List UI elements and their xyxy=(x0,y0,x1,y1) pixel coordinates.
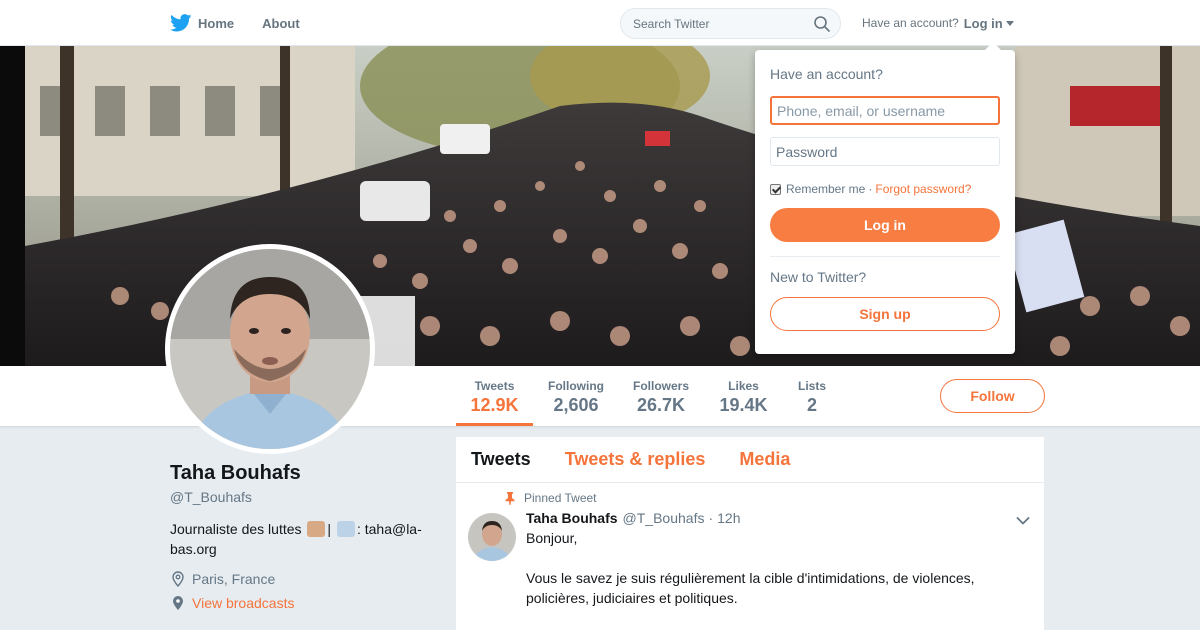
stat-followers-label: Followers xyxy=(632,379,689,393)
login-dropdown: Have an account? Remember me · Forgot pa… xyxy=(755,42,1015,354)
remember-me-checkbox[interactable] xyxy=(770,183,781,195)
login-dropdown-title: Have an account? xyxy=(770,66,883,82)
raised-fist-emoji-icon xyxy=(307,521,326,537)
stat-lists-label: Lists xyxy=(797,379,826,393)
stat-followers[interactable]: Followers 26.7K xyxy=(624,366,698,426)
stat-likes[interactable]: Likes 19.4K xyxy=(712,366,775,426)
search-input[interactable] xyxy=(633,16,803,31)
tweet-avatar[interactable] xyxy=(468,513,516,561)
stat-following-label: Following xyxy=(548,379,604,393)
tab-tweets-and-replies[interactable]: Tweets & replies xyxy=(565,449,706,470)
stat-likes-value: 19.4K xyxy=(719,395,768,415)
follow-button[interactable]: Follow xyxy=(940,379,1045,413)
bio-text-1: Journaliste des luttes xyxy=(170,521,302,537)
envelope-emoji-icon xyxy=(336,521,355,537)
periscope-icon xyxy=(173,596,183,610)
tweet-avatar-image xyxy=(468,513,516,561)
search-box xyxy=(620,8,841,39)
caret-down-icon xyxy=(1005,20,1014,26)
dropdown-divider xyxy=(770,256,1000,257)
location-text: Paris, France xyxy=(192,571,276,587)
profile-location: Paris, France xyxy=(170,571,440,587)
timeline: Tweets Tweets & replies Media Pinned Twe… xyxy=(456,437,1044,630)
profile-name[interactable]: Taha Bouhafs xyxy=(170,462,440,485)
stat-likes-label: Likes xyxy=(728,379,759,393)
bio-text-2: | xyxy=(327,521,332,537)
nav-home[interactable]: Home xyxy=(170,14,234,32)
tweet-text: Bonjour, Vous le savez je suis régulière… xyxy=(526,530,975,606)
tweet-header: Taha Bouhafs @T_Bouhafs · 12h xyxy=(526,510,1029,526)
nav-left: Home About xyxy=(170,0,328,46)
stat-followers-value: 26.7K xyxy=(636,395,686,415)
twitter-bird-icon xyxy=(170,14,192,32)
avatar-image xyxy=(170,249,370,449)
tweet-timestamp[interactable]: 12h xyxy=(717,510,740,526)
stat-following-value: 2,606 xyxy=(553,395,599,415)
pinned-tweet[interactable]: Pinned Tweet Taha Bouhafs @T_Bouhafs · 1… xyxy=(456,483,1044,608)
nav-about[interactable]: About xyxy=(262,16,300,31)
remember-row: Remember me · Forgot password? xyxy=(770,182,1000,196)
location-pin-icon xyxy=(172,571,184,587)
timeline-tabs: Tweets Tweets & replies Media xyxy=(456,437,1044,483)
profile-bio: Journaliste des luttes | : taha@la-bas.o… xyxy=(170,519,440,559)
remember-me-label[interactable]: Remember me xyxy=(786,182,865,196)
remember-separator: · xyxy=(868,182,873,196)
search-icon[interactable] xyxy=(814,15,830,32)
stat-tweets-label: Tweets xyxy=(474,379,515,393)
account-area: Have an account? Log in xyxy=(862,0,1014,46)
password-input[interactable] xyxy=(770,137,1000,166)
pinned-indicator: Pinned Tweet xyxy=(505,491,1029,505)
stat-tweets-value: 12.9K xyxy=(470,395,519,415)
stat-lists-value: 2 xyxy=(806,395,817,415)
tab-tweets[interactable]: Tweets xyxy=(471,449,531,470)
top-navigation-bar: Home About Have an account? Log in xyxy=(0,0,1200,46)
profile-info: Taha Bouhafs @T_Bouhafs Journaliste des … xyxy=(170,462,440,611)
stat-following[interactable]: Following 2,606 xyxy=(540,366,612,426)
login-link-label: Log in xyxy=(963,15,1003,31)
dropdown-arrow xyxy=(985,42,1001,50)
new-to-twitter-text: New to Twitter? xyxy=(770,269,867,285)
pin-icon xyxy=(505,492,515,505)
profile-avatar[interactable] xyxy=(165,244,375,454)
pinned-label: Pinned Tweet xyxy=(524,491,597,505)
tab-media[interactable]: Media xyxy=(739,449,790,470)
tweet-author-handle[interactable]: @T_Bouhafs xyxy=(623,510,705,526)
forgot-password-link[interactable]: Forgot password? xyxy=(875,182,971,196)
signup-button[interactable]: Sign up xyxy=(770,297,1000,331)
login-dropdown-toggle[interactable]: Log in xyxy=(964,16,1014,31)
tweet-separator: · xyxy=(708,510,714,526)
login-button[interactable]: Log in xyxy=(770,208,1000,242)
chevron-down-icon[interactable] xyxy=(1016,513,1030,531)
username-input[interactable] xyxy=(770,96,1000,125)
have-account-text: Have an account? xyxy=(862,16,959,30)
view-broadcasts-link[interactable]: View broadcasts xyxy=(192,595,294,611)
nav-about-label: About xyxy=(262,15,300,31)
stat-lists[interactable]: Lists 2 xyxy=(790,366,834,426)
profile-handle[interactable]: @T_Bouhafs xyxy=(170,489,440,505)
stat-tweets[interactable]: Tweets 12.9K xyxy=(456,366,533,426)
tweet-author-name[interactable]: Taha Bouhafs xyxy=(526,510,618,526)
profile-broadcasts: View broadcasts xyxy=(170,595,440,611)
nav-home-label: Home xyxy=(198,15,235,31)
